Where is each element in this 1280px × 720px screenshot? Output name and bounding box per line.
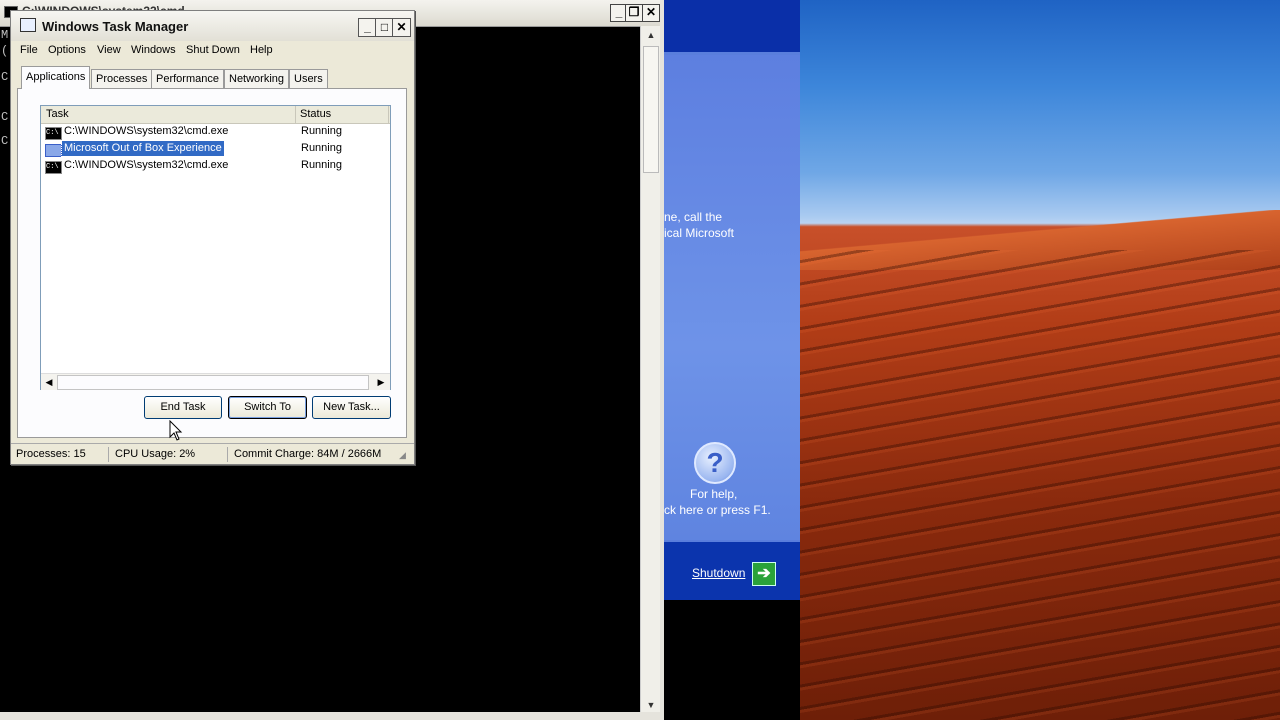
- column-header-status[interactable]: Status: [295, 106, 389, 123]
- switch-to-button[interactable]: Switch To: [228, 396, 307, 419]
- menu-bar: File Options View Windows Shut Down Help: [11, 41, 414, 61]
- menu-shut-down[interactable]: Shut Down: [186, 44, 240, 56]
- scroll-right-arrow-icon[interactable]: ▶: [374, 375, 388, 389]
- cmd-text-char: C: [1, 110, 9, 124]
- cmd-text-char: (: [1, 44, 9, 58]
- oobe-click-here-link[interactable]: ck here or press F1.: [664, 503, 771, 517]
- cmd-vertical-scrollbar[interactable]: ▲ ▼: [640, 26, 661, 716]
- oobe-footer-bar: Shutdown ➔: [664, 542, 800, 600]
- status-processes: Processes: 15: [12, 447, 109, 462]
- desktop-wallpaper: [800, 0, 1280, 720]
- task-status: Running: [301, 142, 342, 154]
- scroll-up-arrow-icon[interactable]: ▲: [644, 28, 658, 42]
- cmd-window-border-bottom: [0, 712, 664, 720]
- shutdown-arrow-icon[interactable]: ➔: [752, 562, 776, 586]
- oobe-help-text-2: ical Microsoft: [664, 226, 735, 240]
- cmd-restore-button[interactable]: ❐: [625, 4, 643, 22]
- oobe-for-help: For help,: [690, 487, 738, 501]
- menu-options[interactable]: Options: [48, 44, 86, 56]
- task-name: C:\WINDOWS\system32\cmd.exe: [64, 159, 229, 171]
- table-row[interactable]: Microsoft Out of Box Experience Running: [41, 140, 390, 158]
- close-button[interactable]: ✕: [392, 18, 411, 37]
- task-list[interactable]: Task Status C:\ C:\WINDOWS\system32\cmd.…: [40, 105, 391, 390]
- oobe-header-bar: [664, 0, 800, 52]
- scroll-thumb[interactable]: [643, 46, 659, 173]
- mouse-cursor-icon: [169, 420, 183, 441]
- cmd-text-char: M: [1, 28, 9, 42]
- scroll-thumb[interactable]: [57, 375, 369, 390]
- horizontal-scrollbar[interactable]: ◀ ▶: [41, 373, 390, 390]
- list-header: Task Status: [41, 106, 390, 124]
- resize-grip-icon[interactable]: ◢: [399, 450, 406, 461]
- cmd-window-border: [660, 0, 664, 720]
- table-row[interactable]: C:\ C:\WINDOWS\system32\cmd.exe Running: [41, 124, 390, 141]
- window-title: Windows Task Manager: [42, 19, 189, 34]
- scroll-left-arrow-icon[interactable]: ◀: [42, 375, 56, 389]
- task-manager-icon: [20, 18, 36, 32]
- task-manager-window: Windows Task Manager _ □ ✕ File Options …: [10, 10, 415, 465]
- cmd-icon: C:\: [45, 127, 62, 140]
- cmd-text-char: C: [1, 134, 9, 148]
- new-task-button[interactable]: New Task...: [312, 396, 391, 419]
- shutdown-link[interactable]: Shutdown: [692, 566, 745, 580]
- status-commit-charge: Commit Charge: 84M / 2666M: [234, 448, 382, 460]
- oobe-icon: [45, 144, 62, 157]
- menu-windows[interactable]: Windows: [131, 44, 176, 56]
- cmd-icon: C:\: [45, 161, 62, 174]
- task-status: Running: [301, 125, 342, 137]
- cmd-close-button[interactable]: ✕: [642, 4, 660, 22]
- oobe-help-text-1: ne, call the: [664, 210, 723, 224]
- column-header-task[interactable]: Task: [41, 106, 296, 123]
- sand-ripples: [800, 250, 1280, 720]
- help-icon[interactable]: ?: [694, 442, 736, 484]
- tab-users[interactable]: Users: [289, 69, 328, 88]
- scroll-down-arrow-icon[interactable]: ▼: [644, 698, 658, 712]
- oobe-window: ne, call the ical Microsoft For help, ck…: [664, 0, 800, 600]
- applications-panel: Task Status C:\ C:\WINDOWS\system32\cmd.…: [17, 88, 407, 438]
- status-cpu-usage: CPU Usage: 2%: [111, 447, 228, 462]
- task-name: C:\WINDOWS\system32\cmd.exe: [64, 125, 229, 137]
- status-bar: Processes: 15 CPU Usage: 2% Commit Charg…: [11, 443, 414, 465]
- menu-file[interactable]: File: [20, 44, 38, 56]
- task-manager-titlebar[interactable]: Windows Task Manager _ □ ✕: [11, 11, 414, 41]
- task-status: Running: [301, 159, 342, 171]
- table-row[interactable]: C:\ C:\WINDOWS\system32\cmd.exe Running: [41, 158, 390, 175]
- menu-help[interactable]: Help: [250, 44, 273, 56]
- task-name-selected: Microsoft Out of Box Experience: [61, 140, 225, 157]
- tab-processes[interactable]: Processes: [91, 69, 153, 88]
- tab-performance[interactable]: Performance: [151, 69, 224, 88]
- tab-strip: Applications Processes Performance Netwo…: [11, 66, 414, 90]
- tab-applications[interactable]: Applications: [21, 66, 91, 89]
- tab-networking[interactable]: Networking: [224, 69, 290, 88]
- menu-view[interactable]: View: [97, 44, 121, 56]
- end-task-button[interactable]: End Task: [144, 396, 222, 419]
- cmd-text-char: C: [1, 70, 9, 84]
